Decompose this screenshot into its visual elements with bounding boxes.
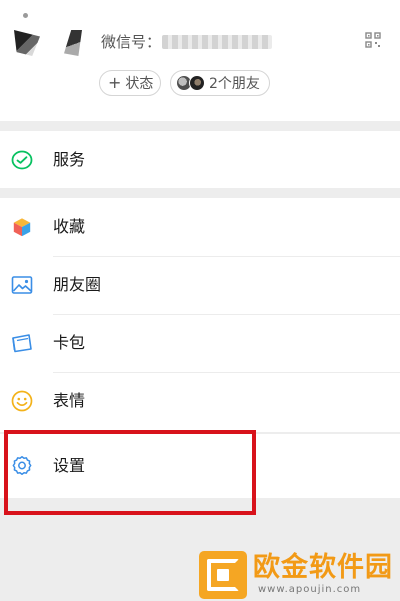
menu-item-favorites[interactable]: 收藏 bbox=[0, 198, 400, 256]
profile-header[interactable]: 微信号： + 状态 2个朋友 bbox=[0, 0, 400, 121]
service-group: 服务 bbox=[0, 131, 400, 188]
menu-label: 收藏 bbox=[53, 217, 86, 236]
gear-icon bbox=[12, 456, 32, 475]
moments-photo-icon bbox=[11, 276, 33, 294]
menu-label: 表情 bbox=[53, 391, 86, 410]
menu-label: 服务 bbox=[53, 149, 86, 169]
menu-label: 朋友圈 bbox=[53, 275, 102, 294]
menu-label: 卡包 bbox=[53, 333, 86, 352]
add-status-button[interactable]: + 状态 bbox=[99, 70, 161, 96]
menu-item-moments[interactable]: 朋友圈 bbox=[0, 256, 400, 314]
menu-item-cards[interactable]: 卡包 bbox=[0, 314, 400, 372]
friends-status-button[interactable]: 2个朋友 bbox=[170, 70, 270, 96]
friend-avatar bbox=[189, 75, 205, 91]
menu-item-service[interactable]: 服务 bbox=[0, 131, 400, 188]
settings-group: 设置 bbox=[0, 434, 400, 498]
wechat-id-redacted bbox=[162, 35, 272, 49]
status-dot bbox=[23, 13, 28, 18]
menu-item-stickers[interactable]: 表情 bbox=[0, 372, 400, 430]
avatar[interactable] bbox=[14, 30, 40, 56]
menu-item-settings[interactable]: 设置 bbox=[0, 437, 400, 495]
menu-label: 设置 bbox=[53, 456, 86, 475]
service-icon bbox=[11, 150, 33, 169]
qr-code-icon[interactable] bbox=[365, 32, 381, 48]
watermark-logo bbox=[199, 551, 247, 599]
watermark-brand: 欧金软件园 bbox=[253, 552, 393, 583]
smiley-icon bbox=[11, 390, 33, 412]
wallet-card-icon bbox=[12, 334, 32, 353]
nickname-fragment bbox=[64, 30, 82, 56]
wechat-id-label: 微信号： bbox=[101, 33, 162, 51]
add-status-label: 状态 bbox=[125, 76, 154, 92]
watermark-url: www.apoujin.com bbox=[258, 584, 362, 595]
favorites-cube-icon bbox=[13, 217, 31, 237]
friends-count-label: 2个朋友 bbox=[209, 76, 260, 92]
plus-icon: + bbox=[108, 73, 122, 92]
main-menu-group: 收藏 朋友圈 卡包 表情 bbox=[0, 198, 400, 432]
